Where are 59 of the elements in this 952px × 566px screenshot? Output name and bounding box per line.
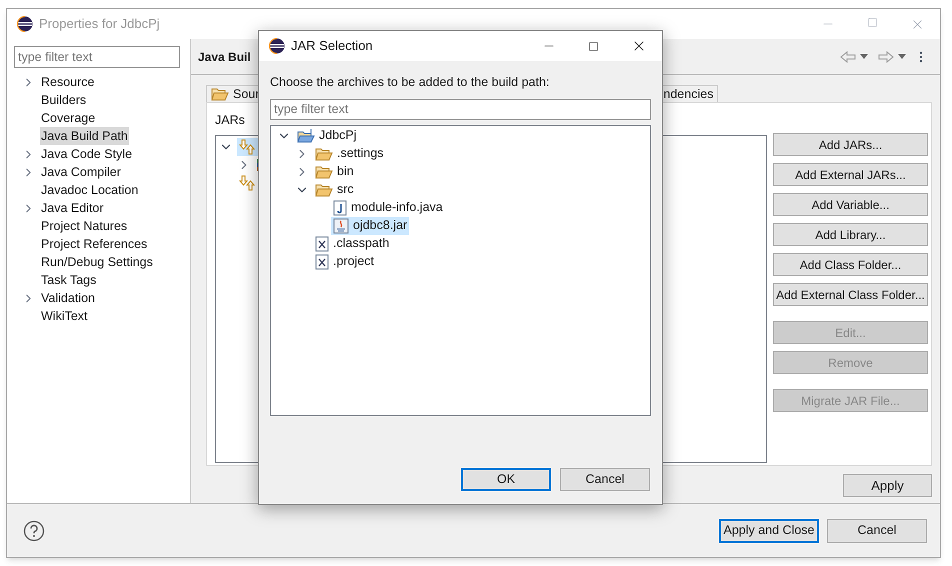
tree-item[interactable]: src: [313, 180, 356, 199]
apply-button[interactable]: Apply: [843, 474, 932, 497]
push-button[interactable]: Add Library...: [773, 223, 928, 246]
push-button[interactable]: Add External Class Folder...: [773, 283, 928, 306]
nav-item[interactable]: Task Tags: [40, 270, 98, 290]
window-title: Properties for JdbcPj: [39, 15, 160, 34]
nav-item[interactable]: Resource: [40, 72, 96, 92]
tree-item[interactable]: .classpath: [313, 234, 392, 253]
jar-file-icon: [333, 218, 349, 234]
nav-item[interactable]: Java Code Style: [40, 144, 134, 164]
tree-item[interactable]: .project: [313, 252, 376, 271]
caret-icon[interactable]: [898, 54, 906, 59]
list-label: JARs: [215, 112, 246, 129]
nav-item[interactable]: Coverage: [40, 108, 96, 128]
nav-item[interactable]: WikiText: [40, 306, 89, 326]
push-button[interactable]: Add Class Folder...: [773, 253, 928, 276]
filter-field[interactable]: type filter text: [270, 98, 651, 120]
tree-item[interactable]: JdbcPj: [295, 126, 359, 145]
project-folder-icon: [297, 128, 315, 144]
caret-icon[interactable]: [860, 54, 868, 59]
folder-icon: [315, 164, 333, 179]
eclipse-logo-icon: [269, 38, 285, 54]
folder-icon: [315, 182, 333, 197]
tree-item[interactable]: bin: [313, 162, 356, 181]
nav-item[interactable]: Java Editor: [40, 198, 105, 218]
folder-icon: [315, 146, 333, 161]
push-button[interactable]: Apply and Close: [719, 518, 819, 542]
dialog-title: JAR Selection: [291, 37, 373, 56]
nav-item[interactable]: Builders: [40, 90, 88, 110]
arrows-icon: [239, 174, 257, 191]
xml-file-icon: [315, 254, 329, 270]
tree-item[interactable]: module-info.java: [331, 198, 445, 217]
nav-item[interactable]: Project References: [40, 234, 148, 254]
nav-item[interactable]: Java Build Path: [40, 126, 129, 146]
push-button[interactable]: Cancel: [827, 518, 927, 542]
push-button[interactable]: Add Variable...: [773, 193, 928, 216]
nav-item[interactable]: Validation: [40, 288, 96, 308]
maximize-icon[interactable]: [588, 40, 599, 52]
push-button[interactable]: Add External JARs...: [773, 163, 928, 186]
push-button[interactable]: OK: [461, 468, 551, 491]
java-file-icon: [333, 200, 347, 216]
filter-field[interactable]: type filter text: [14, 46, 180, 68]
tree-item[interactable]: .settings: [313, 144, 386, 163]
folder-icon: [211, 87, 229, 101]
nav-item[interactable]: Javadoc Location: [40, 180, 140, 200]
forward-arrow-icon[interactable]: [878, 50, 894, 62]
dialog-message: Choose the archives to be added to the build path:: [270, 74, 550, 91]
nav-item[interactable]: Run/Debug Settings: [40, 252, 154, 272]
page-title: Java Buil: [198, 48, 251, 66]
push-button[interactable]: Cancel: [560, 468, 650, 491]
eclipse-logo-icon: [17, 16, 33, 32]
back-arrow-icon[interactable]: [840, 50, 856, 62]
nav-item[interactable]: Project Natures: [40, 216, 128, 236]
help-icon[interactable]: [23, 520, 45, 542]
arrows-icon: [239, 138, 257, 155]
nav-item[interactable]: Java Compiler: [40, 162, 122, 182]
push-button[interactable]: Add JARs...: [773, 133, 928, 156]
xml-file-icon: [315, 236, 329, 252]
tree-item[interactable]: ojdbc8.jar: [331, 216, 410, 235]
